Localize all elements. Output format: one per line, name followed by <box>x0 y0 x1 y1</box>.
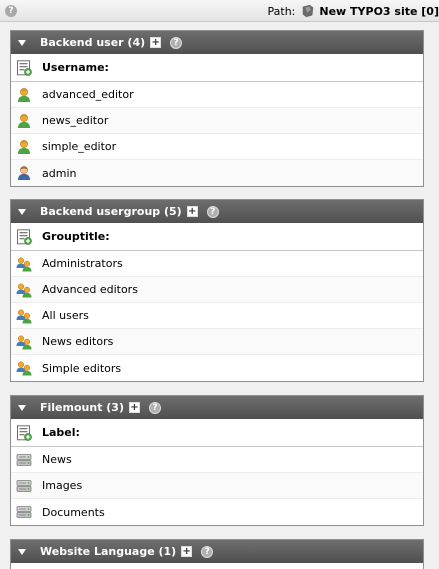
usergroup-icon <box>16 360 32 376</box>
list-item[interactable]: simple_editor <box>11 134 423 160</box>
list-item[interactable]: Advanced editors <box>11 277 423 303</box>
list-item[interactable]: admin <box>11 160 423 186</box>
usergroup-icon <box>16 308 32 324</box>
panel-header[interactable]: Backend user (4) + ? <box>11 31 423 54</box>
filemount-icon <box>16 478 32 494</box>
panel-header[interactable]: Filemount (3) + ? <box>11 396 423 419</box>
record-label: Images <box>42 479 83 492</box>
record-list: advanced_editor news_editor simple_edito… <box>11 82 423 186</box>
list-item[interactable]: News editors <box>11 329 423 355</box>
usergroup-icon <box>16 256 32 272</box>
record-label: News editors <box>42 335 114 348</box>
collapse-arrow-icon[interactable] <box>18 404 26 411</box>
help-icon[interactable]: ? <box>149 401 161 414</box>
panel-backend-usergroup: Backend usergroup (5) + ? Grouptitle: Ad… <box>10 199 424 382</box>
collapse-arrow-icon[interactable] <box>18 208 26 215</box>
user-icon <box>16 113 32 129</box>
panel-header[interactable]: Backend usergroup (5) + ? <box>11 200 423 223</box>
list-item[interactable]: advanced_editor <box>11 82 423 108</box>
record-label: admin <box>42 166 77 180</box>
record-label: Advanced editors <box>42 283 138 296</box>
list-item[interactable]: Simple editors <box>11 355 423 381</box>
column-header: Label: <box>11 419 423 447</box>
panel-website-language: Website Language (1) + ? <box>10 539 424 569</box>
list-item[interactable]: News <box>11 447 423 473</box>
panel-header[interactable]: Website Language (1) + ? <box>11 540 423 563</box>
panel-title: Backend usergroup (5) <box>40 205 182 218</box>
column-label: Label: <box>42 426 80 439</box>
breadcrumb: Path: New TYPO3 site [0] <box>268 3 439 19</box>
column-label: Username: <box>42 61 109 74</box>
record-list: News Images Documents <box>11 447 423 525</box>
typo3-site-icon[interactable] <box>301 4 315 18</box>
list-item[interactable]: Images <box>11 473 423 499</box>
column-header: Username: <box>11 54 423 82</box>
usergroup-icon <box>16 282 32 298</box>
panel-title: Website Language (1) <box>40 545 177 558</box>
record-label: Documents <box>42 505 105 519</box>
top-bar: ? Path: New TYPO3 site [0] <box>0 0 439 22</box>
panel-title: Backend user (4) <box>40 36 146 49</box>
help-icon[interactable]: ? <box>5 5 17 17</box>
record-label: All users <box>42 309 89 322</box>
list-item[interactable]: Administrators <box>11 251 423 277</box>
user-icon <box>16 139 32 155</box>
add-record-icon[interactable]: + <box>181 546 193 557</box>
record-label: Administrators <box>42 257 123 270</box>
record-label: simple_editor <box>42 140 117 153</box>
panel-filemount: Filemount (3) + ? Label: News Images Doc… <box>10 395 424 526</box>
admin-user-icon <box>16 165 32 181</box>
column-label: Grouptitle: <box>42 230 110 243</box>
record-label: advanced_editor <box>42 88 134 101</box>
filemount-icon <box>16 504 32 520</box>
add-record-icon[interactable]: + <box>150 37 162 48</box>
list-add-icon[interactable] <box>16 229 32 245</box>
list-item[interactable]: Documents <box>11 499 423 525</box>
list-add-icon[interactable] <box>16 425 32 441</box>
add-record-icon[interactable]: + <box>186 206 198 217</box>
help-icon[interactable]: ? <box>170 36 183 49</box>
usergroup-icon <box>16 334 32 350</box>
site-title[interactable]: New TYPO3 site [0] <box>319 5 439 18</box>
record-list: Administrators Advanced editors All user… <box>11 251 423 381</box>
list-item[interactable]: news_editor <box>11 108 423 134</box>
collapse-arrow-icon[interactable] <box>18 39 26 46</box>
user-icon <box>16 87 32 103</box>
record-label: Simple editors <box>42 361 122 375</box>
help-icon[interactable]: ? <box>206 205 219 218</box>
panel-title: Filemount (3) <box>40 401 124 414</box>
record-label: news_editor <box>42 114 109 127</box>
list-add-icon[interactable] <box>16 60 32 76</box>
help-icon[interactable]: ? <box>201 545 214 558</box>
list-item[interactable]: All users <box>11 303 423 329</box>
filemount-icon <box>16 452 32 468</box>
add-record-icon[interactable]: + <box>129 402 140 413</box>
path-label: Path: <box>267 4 296 18</box>
collapse-arrow-icon[interactable] <box>18 548 26 555</box>
panel-backend-user: Backend user (4) + ? Username: advanced_… <box>10 30 424 187</box>
column-header: Grouptitle: <box>11 223 423 251</box>
record-label: News <box>42 453 72 466</box>
